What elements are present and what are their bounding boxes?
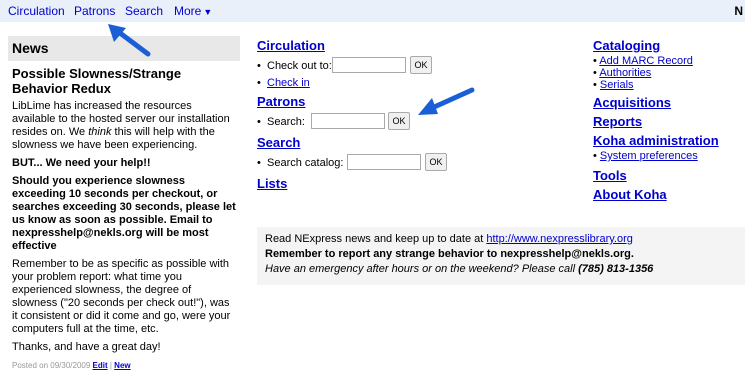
news-new-link[interactable]: New <box>114 361 130 370</box>
news-paragraph: Remember to be as specific as possible w… <box>12 258 231 335</box>
news-edit-link[interactable]: Edit <box>93 361 108 370</box>
circulation-heading-link[interactable]: Circulation <box>257 38 557 53</box>
news-paragraph: LibLime has increased the resources avai… <box>12 100 230 151</box>
nexpress-website-link[interactable]: http://www.nexpresslibrary.org <box>486 233 633 245</box>
checkout-ok-button[interactable]: OK <box>410 56 432 74</box>
nav-patrons-link[interactable]: Patrons <box>74 0 115 22</box>
search-heading-link[interactable]: Search <box>257 135 557 150</box>
announce-line-italic: Have an emergency after hours or on the … <box>265 263 654 275</box>
catalog-search-ok-button[interactable]: OK <box>425 153 447 171</box>
patron-search-row: • Search: OK <box>257 112 557 132</box>
news-paragraph: Thanks, and have a great day! <box>12 341 161 353</box>
list-item: • Add MARC Record <box>593 55 693 67</box>
news-paragraph-bold: Should you experience slowness exceeding… <box>12 175 236 252</box>
main-modules: Circulation • Check out to: OK • Check in … <box>257 38 557 194</box>
about-koha-heading-link[interactable]: About Koha <box>593 187 745 202</box>
authorities-link[interactable]: Authorities <box>599 67 651 79</box>
announcement-box: Read NExpress news and keep up to date a… <box>257 227 745 285</box>
reports-heading-link[interactable]: Reports <box>593 114 745 129</box>
nav-search-link[interactable]: Search <box>125 0 163 22</box>
system-preferences-link[interactable]: System preferences <box>600 150 698 162</box>
top-navigation-bar: Circulation Patrons Search More ▼ N <box>0 0 745 22</box>
news-paragraph-bold: BUT... We need your help!! <box>12 157 151 169</box>
acquisitions-heading-link[interactable]: Acquisitions <box>593 95 745 110</box>
checkout-row: • Check out to: OK <box>257 56 557 76</box>
cataloging-list: • Add MARC Record • Authorities • Serial… <box>593 55 745 91</box>
arrow-annotation-icon <box>418 87 475 115</box>
news-footer: Posted on 09/30/2009 Edit | New <box>12 361 131 370</box>
catalog-search-row: • Search catalog: OK <box>257 153 557 173</box>
patrons-heading-link[interactable]: Patrons <box>257 94 557 109</box>
add-marc-record-link[interactable]: Add MARC Record <box>599 55 693 67</box>
list-item: • Serials <box>593 79 634 91</box>
catalog-search-input[interactable] <box>347 154 421 170</box>
nav-more-menu[interactable]: More ▼ <box>174 0 212 23</box>
nav-user-name[interactable]: N <box>734 0 743 22</box>
checkout-input[interactable] <box>332 57 406 73</box>
koha-administration-heading-link[interactable]: Koha administration <box>593 133 745 148</box>
nav-more-label: More <box>174 4 202 18</box>
news-posted-date: Posted on 09/30/2009 <box>12 361 91 370</box>
patron-search-ok-button[interactable]: OK <box>388 112 410 130</box>
list-item: • System preferences <box>593 150 698 162</box>
news-panel: News Possible Slowness/Strange Behavior … <box>8 36 240 372</box>
tools-heading-link[interactable]: Tools <box>593 168 745 183</box>
list-item: • Authorities <box>593 67 652 79</box>
checkin-link[interactable]: Check in <box>267 77 310 89</box>
patron-search-label: Search: <box>267 116 305 128</box>
chevron-down-icon: ▼ <box>203 7 213 17</box>
patron-search-input[interactable] <box>311 113 385 129</box>
admin-modules: Cataloging • Add MARC Record • Authoriti… <box>593 38 745 206</box>
cataloging-heading-link[interactable]: Cataloging <box>593 38 745 53</box>
admin-list: • System preferences <box>593 150 745 162</box>
arrow-annotation-icon <box>108 24 151 57</box>
lists-heading-link[interactable]: Lists <box>257 176 557 191</box>
announce-line-bold: Remember to report any strange behavior … <box>265 248 634 260</box>
nav-circulation-link[interactable]: Circulation <box>8 0 65 22</box>
checkin-row: • Check in <box>257 77 310 89</box>
announce-line: Read NExpress news and keep up to date a… <box>265 233 633 245</box>
news-item-title: Possible Slowness/Strange Behavior Redux <box>12 66 182 96</box>
catalog-search-label: Search catalog: <box>267 157 344 169</box>
serials-link[interactable]: Serials <box>600 79 634 91</box>
checkout-label: Check out to: <box>267 60 332 72</box>
